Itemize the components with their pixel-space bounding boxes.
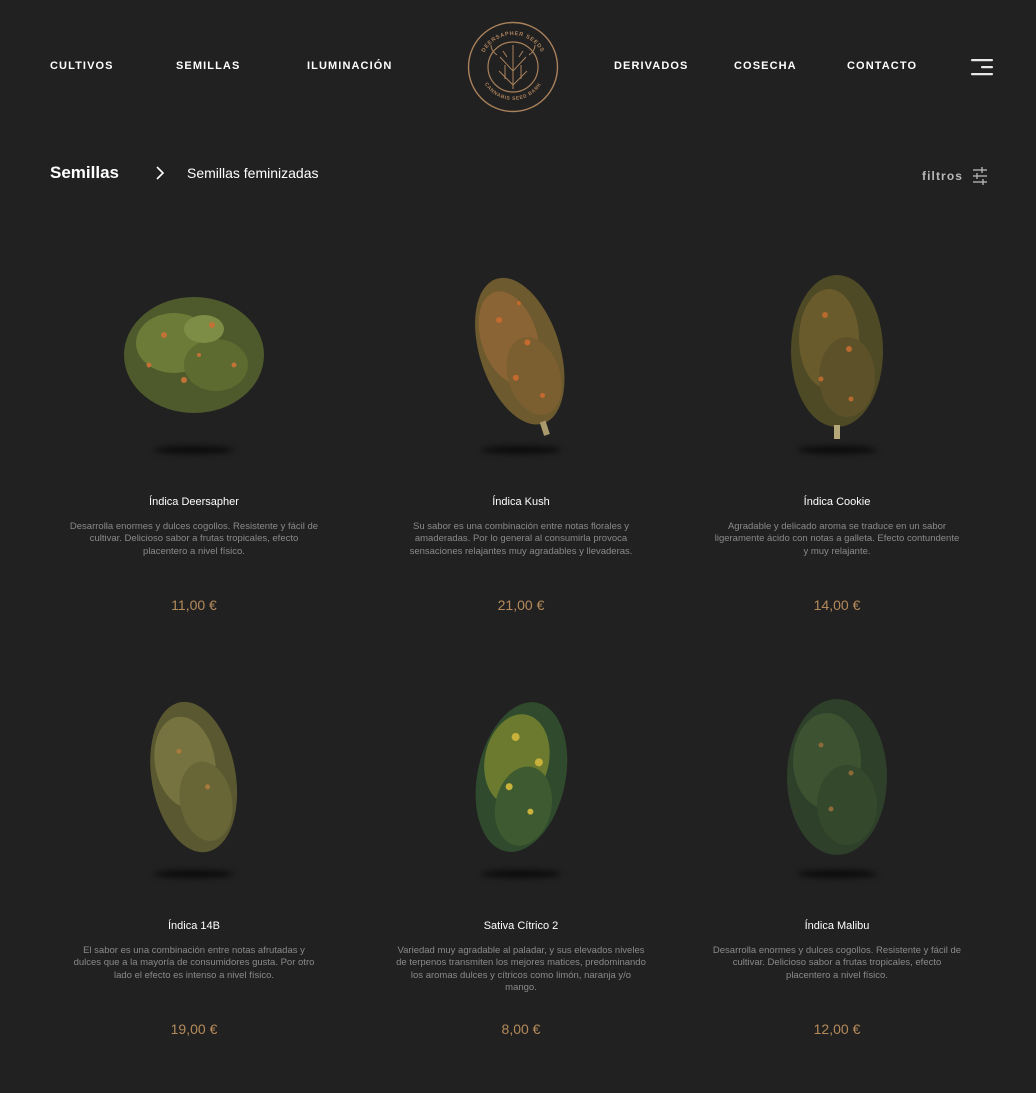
product-image bbox=[54, 674, 334, 894]
product-description: Variedad muy agradable al paladar, y sus… bbox=[396, 945, 646, 994]
product-image bbox=[697, 674, 977, 894]
product-image bbox=[697, 250, 977, 470]
brand-logo-mark: DEERSAPHER SEEDS CANNABIS SEED BANK bbox=[467, 21, 559, 113]
nav-link-semillas[interactable]: SEMILLAS bbox=[176, 60, 240, 72]
product-price: 14,00 € bbox=[813, 597, 861, 613]
product-card[interactable]: Índica Kush Su sabor es una combinación … bbox=[381, 250, 661, 613]
product-card[interactable]: Índica 14B El sabor es una combinación e… bbox=[54, 674, 334, 1037]
brand-logo[interactable]: DEERSAPHER SEEDS CANNABIS SEED BANK bbox=[467, 21, 559, 113]
menu-icon[interactable] bbox=[967, 58, 993, 76]
product-image bbox=[381, 674, 661, 894]
product-card[interactable]: Índica Cookie Agradable y delicado aroma… bbox=[697, 250, 977, 613]
product-price: 19,00 € bbox=[170, 1021, 218, 1037]
filters-button[interactable]: filtros bbox=[922, 166, 988, 186]
product-image bbox=[381, 250, 661, 470]
product-description: El sabor es una combinación entre notas … bbox=[73, 945, 315, 981]
breadcrumb-root[interactable]: Semillas bbox=[50, 163, 119, 183]
filters-label: filtros bbox=[922, 169, 964, 183]
product-price: 11,00 € bbox=[171, 597, 217, 613]
product-description: Desarrolla enormes y dulces cogollos. Re… bbox=[69, 521, 319, 557]
chevron-right-icon bbox=[153, 165, 167, 181]
nav-link-contacto[interactable]: CONTACTO bbox=[847, 60, 917, 72]
product-name: Índica Deersapher bbox=[149, 496, 239, 508]
product-name: Índica Cookie bbox=[803, 496, 871, 508]
nav-link-derivados[interactable]: DERIVADOS bbox=[614, 60, 688, 72]
product-card[interactable]: Sativa Cítrico 2 Variedad muy agradable … bbox=[381, 674, 661, 1037]
product-description: Desarrolla enormes y dulces cogollos. Re… bbox=[712, 945, 962, 981]
product-name: Sativa Cítrico 2 bbox=[483, 920, 559, 932]
product-card[interactable]: Índica Deersapher Desarrolla enormes y d… bbox=[54, 250, 334, 613]
product-image bbox=[54, 250, 334, 470]
product-price: 8,00 € bbox=[501, 1021, 541, 1037]
product-description: Agradable y delicado aroma se traduce en… bbox=[714, 521, 960, 557]
product-description: Su sabor es una combinación entre notas … bbox=[409, 521, 633, 557]
product-card[interactable]: Índica Malibu Desarrolla enormes y dulce… bbox=[697, 674, 977, 1037]
sliders-icon bbox=[973, 167, 988, 185]
product-price: 21,00 € bbox=[497, 597, 545, 613]
breadcrumb-current: Semillas feminizadas bbox=[187, 165, 319, 181]
nav-link-cultivos[interactable]: CULTIVOS bbox=[50, 60, 114, 72]
product-name: Índica 14B bbox=[168, 920, 220, 932]
product-price: 12,00 € bbox=[813, 1021, 861, 1037]
nav-link-cosecha[interactable]: COSECHA bbox=[734, 60, 797, 72]
product-name: Índica Kush bbox=[492, 496, 550, 508]
product-name: Índica Malibu bbox=[804, 920, 870, 932]
nav-link-iluminacion[interactable]: ILUMINACIÓN bbox=[307, 60, 392, 72]
